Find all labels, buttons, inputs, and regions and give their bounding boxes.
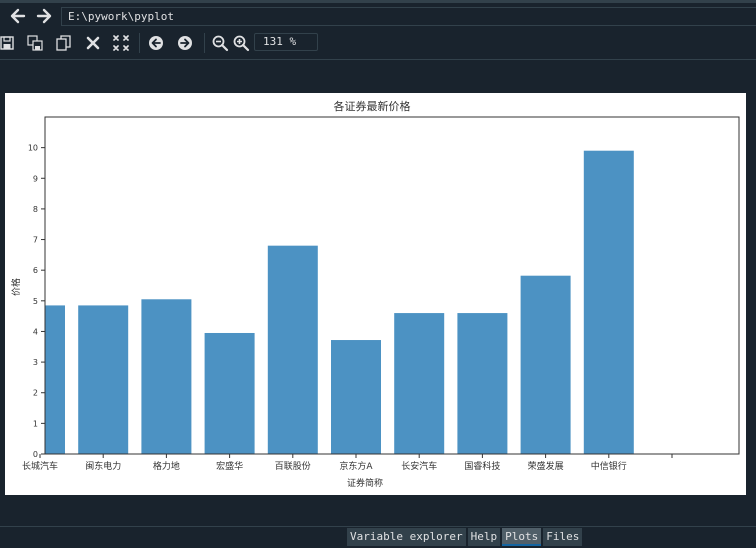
x-tick-label: 荣盛发展 (528, 460, 564, 472)
y-tick-label: 7 (33, 236, 38, 245)
path-bar: E:\pywork\pyplot (0, 3, 756, 29)
toolbar-separator (139, 33, 140, 53)
close-icon[interactable] (84, 34, 102, 52)
bar (141, 299, 192, 454)
tab-files[interactable]: Files (543, 528, 583, 546)
tab-variable-explorer[interactable]: Variable explorer (347, 528, 466, 546)
plots-toolbar: 131 % (0, 29, 756, 57)
save-icon[interactable] (0, 34, 16, 52)
tab-plots[interactable]: Plots (502, 528, 542, 546)
plot-viewport[interactable]: 各证券最新价格 价格 证券简称 0 1 2 3 4 5 6 7 8 9 10 长城汽车 闽东电力 格力地… (0, 60, 756, 523)
y-tick-label: 10 (28, 144, 38, 153)
next-icon[interactable] (176, 34, 194, 52)
x-tick-label: 国睿科技 (464, 460, 500, 472)
working-directory-field[interactable]: E:\pywork\pyplot (61, 7, 756, 26)
bar (457, 313, 508, 454)
save-all-icon[interactable] (26, 34, 44, 52)
figure-canvas: 各证券最新价格 价格 证券简称 0 1 2 3 4 5 6 7 8 9 10 长城汽车 闽东电力 格力地… (5, 93, 746, 495)
x-tick-label: 京东方A (339, 460, 373, 472)
y-tick-label: 6 (33, 266, 38, 275)
y-axis-label: 价格 (10, 278, 22, 296)
close-all-icon[interactable] (112, 34, 130, 52)
bar (583, 150, 634, 454)
bar (267, 245, 318, 454)
x-axis-label: 证券简称 (347, 477, 383, 489)
pane-tab-bar: Variable explorer Help Plots Files (347, 528, 583, 546)
x-tick-label: 中信银行 (591, 460, 627, 472)
zoom-out-icon[interactable] (211, 34, 229, 52)
y-tick-label: 0 (33, 450, 38, 459)
copy-icon[interactable] (55, 34, 73, 52)
x-tick-label: 百联股份 (275, 460, 311, 472)
y-tick-label: 1 (33, 419, 38, 428)
bar (331, 340, 381, 454)
bar (394, 313, 445, 454)
x-tick-label: 格力地 (153, 460, 180, 472)
previous-icon[interactable] (147, 34, 165, 52)
pane-bottom-border (0, 526, 756, 527)
bar (204, 332, 255, 454)
x-tick-label: 闽东电力 (85, 460, 121, 472)
bar (45, 305, 65, 454)
y-tick-label: 5 (33, 297, 38, 306)
bar (78, 305, 129, 454)
y-tick-label: 3 (33, 358, 38, 367)
zoom-level-field[interactable]: 131 % (254, 33, 318, 51)
zoom-in-icon[interactable] (232, 34, 250, 52)
x-tick-label: 宏盛华 (216, 460, 243, 472)
tab-help[interactable]: Help (467, 528, 501, 546)
bar (520, 275, 571, 454)
bar-chart: 各证券最新价格 价格 证券简称 0 1 2 3 4 5 6 7 8 9 10 长城汽车 闽东电力 格力地… (10, 99, 740, 489)
x-tick-label: 长城汽车 (22, 460, 58, 472)
y-tick-label: 8 (33, 205, 38, 214)
forward-arrow-icon[interactable] (35, 7, 53, 25)
y-tick-label: 2 (33, 389, 38, 398)
y-tick-label: 4 (33, 327, 38, 336)
y-tick-label: 9 (33, 174, 38, 183)
toolbar-separator (204, 33, 205, 53)
back-arrow-icon[interactable] (9, 7, 27, 25)
x-tick-label: 长安汽车 (401, 460, 437, 472)
chart-title: 各证券最新价格 (334, 99, 411, 113)
